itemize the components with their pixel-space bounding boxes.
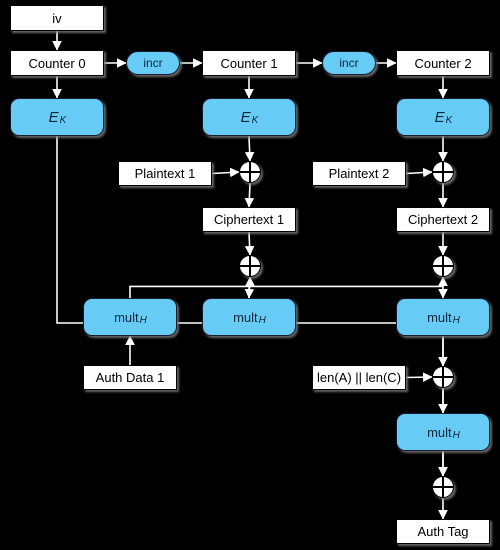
- node-label: E: [434, 108, 445, 126]
- node-authdata1: Auth Data 1: [83, 365, 177, 390]
- edge: [244, 231, 255, 256]
- node-label: mult: [233, 309, 258, 325]
- node-mult4: mult H: [396, 413, 490, 451]
- node-counter0: Counter 0: [10, 50, 104, 76]
- node-incr2: incr: [322, 51, 376, 75]
- node-lenlen: len(A) || len(C): [312, 365, 406, 390]
- node-label: Auth Data 1: [95, 370, 165, 385]
- node-counter1: Counter 1: [202, 50, 296, 76]
- node-incr1: incr: [126, 51, 180, 75]
- node-label: Counter 2: [414, 55, 472, 71]
- edge: [405, 167, 433, 178]
- node-ek0: EK: [10, 98, 104, 136]
- node-label: mult: [427, 424, 452, 440]
- node-label: Auth Tag: [417, 524, 469, 539]
- node-label: iv: [52, 10, 62, 26]
- node-label: Counter 1: [220, 55, 278, 71]
- node-plain2: Plaintext 2: [312, 161, 406, 186]
- edge: [244, 135, 255, 162]
- node-label: incr: [339, 56, 359, 70]
- node-plain1: Plaintext 1: [118, 161, 212, 186]
- node-label: Ciphertext 2: [407, 212, 479, 227]
- edge: [211, 167, 240, 178]
- node-label: mult: [427, 309, 452, 325]
- node-ek2: EK: [396, 98, 490, 136]
- node-mult1: mult H: [83, 298, 177, 336]
- node-cipher2: Ciphertext 2: [396, 207, 490, 232]
- node-label: E: [48, 108, 59, 126]
- node-label: Plaintext 1: [134, 166, 196, 181]
- node-label: Plaintext 2: [328, 166, 390, 181]
- edge: [244, 182, 255, 208]
- gcm-diagram-canvas: iv Counter 0 incr Counter 1 incr Counter 2EKE…: [0, 0, 500, 550]
- node-label: Counter 0: [28, 55, 86, 71]
- edge: [244, 276, 255, 299]
- node-counter2: Counter 2: [396, 50, 490, 76]
- node-mult3: mult H: [396, 298, 490, 336]
- node-label: mult: [114, 309, 139, 325]
- node-cipher1: Ciphertext 1: [202, 207, 296, 232]
- node-mult2: mult H: [202, 298, 296, 336]
- node-label-subscript: K: [59, 114, 67, 126]
- xor-operator-icon: [239, 161, 261, 183]
- edge: [248, 276, 448, 298]
- xor-operator-icon: [432, 255, 454, 277]
- node-label: incr: [143, 56, 163, 70]
- node-label-subscript: H: [452, 429, 460, 441]
- node-label-subscript: H: [452, 314, 460, 326]
- node-iv: iv: [10, 5, 104, 31]
- node-authtag: Auth Tag: [396, 519, 490, 544]
- node-label-subscript: H: [258, 314, 266, 326]
- node-ek1: EK: [202, 98, 296, 136]
- node-label: E: [240, 108, 251, 126]
- edge: [129, 276, 255, 298]
- xor-operator-icon: [432, 476, 454, 498]
- node-label: Ciphertext 1: [213, 212, 285, 227]
- node-label-subscript: H: [139, 314, 147, 326]
- node-label-subscript: K: [251, 114, 259, 126]
- edge: [405, 372, 433, 382]
- node-label: len(A) || len(C): [316, 370, 402, 385]
- node-label-subscript: K: [445, 114, 453, 126]
- xor-operator-icon: [432, 161, 454, 183]
- xor-operator-icon: [432, 366, 454, 388]
- xor-operator-icon: [239, 255, 261, 277]
